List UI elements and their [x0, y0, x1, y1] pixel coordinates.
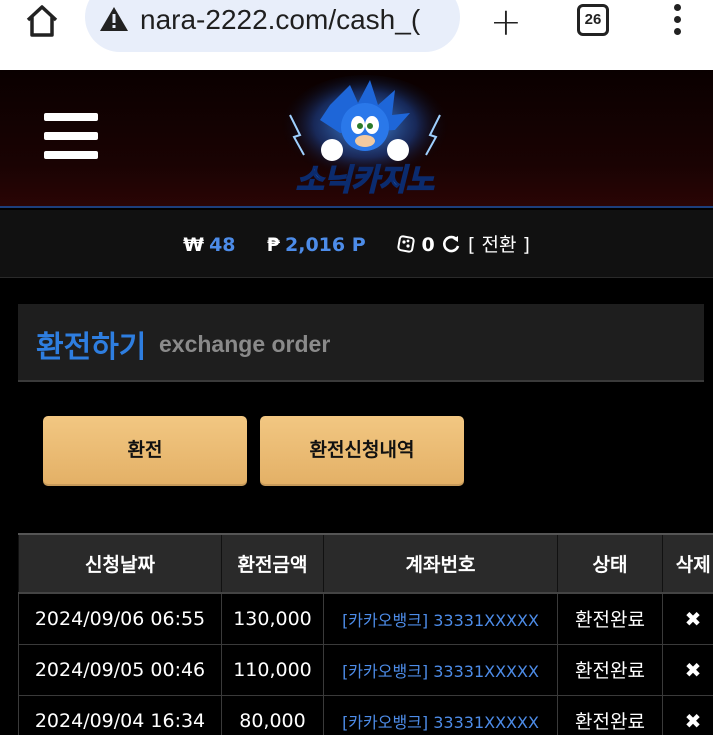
switch-link[interactable]: [ 전환 ]: [468, 234, 530, 256]
exchange-button[interactable]: 환전: [43, 416, 247, 486]
header-date: 신청날짜: [18, 533, 222, 594]
url-text[interactable]: nara-2222.com/cash_(: [140, 4, 447, 36]
header-delete: 삭제: [662, 533, 713, 594]
cell-amount: 80,000: [221, 694, 324, 735]
delete-icon[interactable]: ✖: [662, 694, 713, 735]
cell-amount: 130,000: [221, 592, 324, 645]
cell-date: 2024/09/06 06:55: [18, 592, 222, 645]
cell-status: 환전완료: [557, 592, 663, 645]
cell-status: 환전완료: [557, 643, 663, 696]
svg-text:소닉카지노: 소닉카지노: [296, 163, 434, 198]
section-header: 환전하기 exchange order: [18, 304, 704, 382]
page-title: 환전하기: [36, 330, 147, 365]
won-symbol: ₩: [183, 234, 205, 256]
table-header-row: 신청날짜 환전금액 계좌번호 상태 삭제: [18, 533, 713, 594]
more-menu-icon[interactable]: [671, 4, 683, 38]
site-header: 소닉카지노: [0, 70, 713, 208]
chip-balance: 0: [421, 234, 435, 256]
browser-toolbar: nara-2222.com/cash_( + 26: [0, 0, 713, 70]
new-tab-icon[interactable]: +: [490, 0, 522, 44]
point-symbol: ₱: [266, 234, 281, 256]
chip-icon: [397, 235, 415, 253]
delete-icon[interactable]: ✖: [662, 643, 713, 696]
header-amount: 환전금액: [221, 533, 324, 594]
cell-status: 환전완료: [557, 694, 663, 735]
delete-icon[interactable]: ✖: [662, 592, 713, 645]
tab-count-button[interactable]: 26: [577, 4, 609, 36]
cell-date: 2024/09/05 00:46: [18, 643, 222, 696]
table-row: 2024/09/05 00:46 110,000 [카카오뱅크] 33331XX…: [18, 643, 713, 696]
warning-icon[interactable]: [99, 6, 129, 32]
exchange-history-table: 신청날짜 환전금액 계좌번호 상태 삭제 2024/09/06 06:55 13…: [18, 533, 713, 735]
cell-account: [카카오뱅크] 33331XXXXX: [323, 694, 558, 735]
table-row: 2024/09/06 06:55 130,000 [카카오뱅크] 33331XX…: [18, 592, 713, 645]
point-balance: 2,016 P: [285, 234, 366, 256]
balance-bar: ₩48 ₱ 2,016 P 0 [ 전환 ]: [0, 210, 713, 278]
header-status: 상태: [557, 533, 663, 594]
site-logo[interactable]: 소닉카지노: [270, 75, 460, 203]
cell-date: 2024/09/04 16:34: [18, 694, 222, 735]
table-row: 2024/09/04 16:34 80,000 [카카오뱅크] 33331XXX…: [18, 694, 713, 735]
won-balance: 48: [209, 234, 236, 256]
cell-amount: 110,000: [221, 643, 324, 696]
cell-account: [카카오뱅크] 33331XXXXX: [323, 592, 558, 645]
refresh-icon[interactable]: [441, 234, 461, 254]
home-icon[interactable]: [22, 3, 62, 39]
header-account: 계좌번호: [323, 533, 558, 594]
exchange-history-button[interactable]: 환전신청내역: [260, 416, 464, 486]
page-subtitle: exchange order: [159, 331, 331, 357]
hamburger-menu-icon[interactable]: [26, 113, 98, 165]
cell-account: [카카오뱅크] 33331XXXXX: [323, 643, 558, 696]
